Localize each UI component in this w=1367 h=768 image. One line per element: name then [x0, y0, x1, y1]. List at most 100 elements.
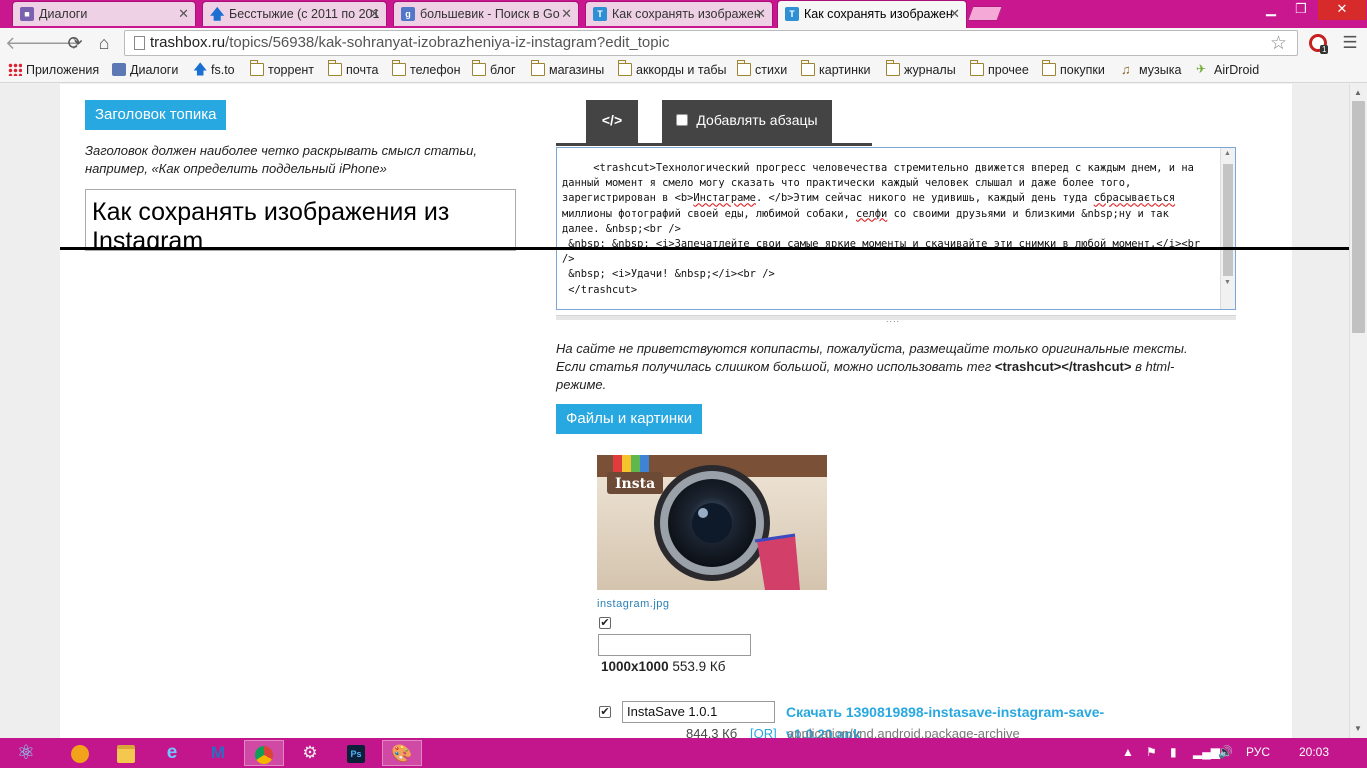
url-text: trashbox.ru/topics/56938/kak-sohranyat-i…: [150, 34, 670, 51]
scroll-up-icon[interactable]: ▲: [1354, 88, 1362, 97]
chrome-icon[interactable]: [244, 740, 284, 766]
avast-icon[interactable]: [60, 740, 100, 766]
volume-icon[interactable]: 🔊: [1218, 745, 1233, 759]
extension-icon[interactable]: 1: [1309, 34, 1329, 54]
instagram-image-thumbnail[interactable]: Insta: [597, 455, 827, 590]
bookmarks-bar: Приложения Диалоги 🡅 fs.to торрент почта…: [0, 58, 1367, 83]
tab-trashbox-1[interactable]: T Как сохранять изображен ✕: [585, 1, 773, 26]
bookmark-folder-torrent[interactable]: торрент: [250, 60, 314, 78]
folder-icon: [250, 60, 264, 76]
folder-icon: [328, 60, 342, 76]
apk-qr-link[interactable]: [QR]: [750, 726, 777, 738]
apk-name-input[interactable]: InstaSave 1.0.1: [622, 701, 775, 723]
bookmark-fsto[interactable]: 🡅 fs.to: [193, 62, 235, 78]
back-icon[interactable]: 🡐: [5, 31, 53, 55]
html-mode-tab[interactable]: </>: [586, 100, 638, 146]
editor-scrollbar[interactable]: ▲ ▼: [1220, 148, 1235, 309]
fsto-favicon: 🡅: [193, 61, 208, 77]
browser-toolbar: 🡐 🡒 ⟳ ⌂ trashbox.ru/topics/56938/kak-soh…: [0, 28, 1367, 58]
bookmark-folder-pictures[interactable]: картинки: [801, 60, 870, 78]
bookmark-music[interactable]: ♫ музыка: [1121, 62, 1181, 78]
scroll-down-icon[interactable]: ▼: [1354, 724, 1362, 733]
add-paragraphs-checkbox[interactable]: [676, 114, 689, 126]
clock[interactable]: 20:03: [1299, 745, 1329, 759]
close-icon[interactable]: ✕: [949, 1, 960, 27]
title-hint: Заголовок должен наиболее четко раскрыва…: [85, 143, 477, 176]
bookmark-dialogs[interactable]: Диалоги: [112, 62, 178, 78]
image-filename-link[interactable]: instagram.jpg: [597, 598, 670, 610]
paint-icon[interactable]: 🎨: [382, 740, 422, 766]
tab-title: Как сохранять изображен: [612, 7, 761, 21]
tab-title: Как сохранять изображен: [804, 7, 953, 21]
editor-scroll-thumb[interactable]: [1223, 164, 1233, 276]
tab-shameless[interactable]: 🡅 Бесстыжие (с 2011 по 201 ✕: [202, 1, 387, 26]
tray-expand-icon[interactable]: ▲: [1122, 745, 1134, 759]
page-scrollbar[interactable]: ▲ ▼: [1349, 84, 1367, 738]
bookmark-folder-poems[interactable]: стихи: [737, 60, 787, 78]
extension-badge: 1: [1320, 45, 1329, 54]
home-icon[interactable]: ⌂: [92, 31, 116, 55]
windows-taskbar: ⚛ e M ⚙ Ps 🎨 ▲ ⚑ ▮ ▂▄▆ 🔊 РУС 20:03: [0, 738, 1367, 768]
apps-grid-icon: [8, 63, 22, 76]
html-editor-textarea[interactable]: <trashcut>Технологический прогресс челов…: [556, 147, 1236, 310]
tab-google-search[interactable]: g большевик - Поиск в Go ✕: [393, 1, 579, 26]
bookmark-folder-magazines[interactable]: журналы: [886, 60, 956, 78]
apk-include-checkbox[interactable]: ✔: [599, 706, 611, 718]
image-include-checkbox[interactable]: ✔: [599, 617, 611, 629]
bookmark-folder-chords[interactable]: аккорды и табы: [618, 60, 727, 78]
close-icon[interactable]: ✕: [178, 2, 189, 26]
network-icon[interactable]: ▂▄▆: [1193, 745, 1220, 759]
bookmark-star-icon[interactable]: ☆: [1270, 32, 1287, 55]
bookmark-folder-phone[interactable]: телефон: [392, 60, 461, 78]
page-content: Заголовок топика Заголовок должен наибол…: [60, 84, 1349, 738]
maximize-icon[interactable]: ❐: [1288, 0, 1314, 20]
reload-icon[interactable]: ⟳: [63, 31, 87, 55]
tab-dialogs[interactable]: ■ Диалоги ✕: [12, 1, 196, 26]
tab-trashbox-active[interactable]: T Как сохранять изображен ✕: [777, 0, 967, 28]
close-window-icon[interactable]: ✕: [1318, 0, 1366, 20]
close-icon[interactable]: ✕: [369, 2, 380, 26]
address-bar[interactable]: trashbox.ru/topics/56938/kak-sohranyat-i…: [124, 30, 1298, 56]
menu-icon[interactable]: ☰: [1338, 31, 1362, 55]
files-and-images-button[interactable]: Файлы и картинки: [556, 404, 703, 434]
image-caption-input[interactable]: [598, 634, 751, 656]
bookmark-apps[interactable]: Приложения: [8, 62, 99, 78]
new-tab-button[interactable]: [967, 6, 1003, 21]
action-center-flag-icon[interactable]: ⚑: [1146, 745, 1157, 759]
forward-icon[interactable]: 🡒: [33, 31, 81, 55]
fsto-favicon: 🡅: [210, 6, 225, 22]
add-paragraphs-toggle[interactable]: Добавлять абзацы: [662, 100, 832, 146]
bookmark-folder-blog[interactable]: блог: [472, 60, 516, 78]
music-icon: ♫: [1121, 62, 1131, 77]
language-indicator[interactable]: РУС: [1246, 745, 1270, 759]
bookmark-folder-other[interactable]: прочее: [970, 60, 1029, 78]
minimize-icon[interactable]: ▁: [1258, 0, 1284, 20]
bookmark-folder-shops[interactable]: магазины: [531, 60, 604, 78]
scroll-down-icon[interactable]: ▼: [1224, 279, 1231, 286]
atom-icon[interactable]: ⚛: [6, 740, 46, 766]
bookmark-airdroid[interactable]: ✈ AirDroid: [1196, 62, 1259, 78]
close-icon[interactable]: ✕: [755, 2, 766, 26]
folder-icon: [618, 60, 632, 76]
close-icon[interactable]: ✕: [561, 2, 572, 26]
mailru-icon[interactable]: M: [198, 740, 238, 766]
scroll-up-icon[interactable]: ▲: [1224, 150, 1231, 157]
explorer-icon[interactable]: [106, 740, 146, 766]
bookmark-folder-purchases[interactable]: покупки: [1042, 60, 1105, 78]
copy-paste-warning: На сайте не приветствуются копипасты, по…: [556, 341, 1188, 392]
ie-icon[interactable]: e: [152, 740, 192, 766]
photoshop-icon[interactable]: Ps: [336, 740, 376, 766]
airdroid-icon: ✈: [1196, 62, 1207, 76]
battery-icon[interactable]: ▮: [1170, 745, 1177, 759]
page-scroll-thumb[interactable]: [1352, 101, 1365, 333]
page-icon: [134, 36, 145, 50]
folder-icon: [1042, 60, 1056, 76]
apk-size: 844.3 Кб: [686, 726, 738, 738]
folder-icon: [801, 60, 815, 76]
editor-resize-handle[interactable]: ....: [556, 314, 1236, 324]
title-input[interactable]: Как сохранять изображения из Instagram: [85, 189, 516, 251]
image-dimensions: 1000x1000 553.9 Кб: [601, 659, 726, 674]
folder-icon: [737, 60, 751, 76]
steam-icon[interactable]: ⚙: [290, 740, 330, 766]
bookmark-folder-mail[interactable]: почта: [328, 60, 379, 78]
